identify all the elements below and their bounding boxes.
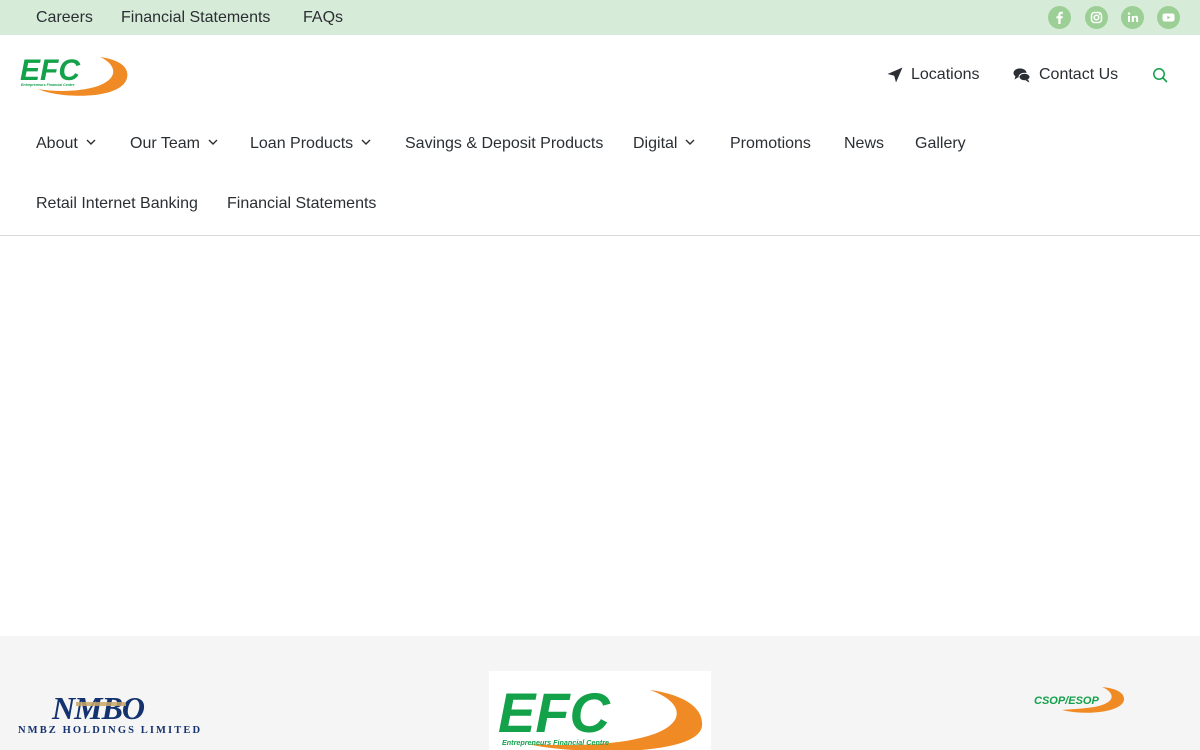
chat-bubbles-icon: [1013, 68, 1031, 83]
top-bar: Careers Financial Statements FAQs: [0, 0, 1200, 35]
efc-footer-tagline: Entrepreneurs Financial Centre: [502, 738, 609, 747]
topbar-link-careers[interactable]: Careers: [36, 8, 93, 27]
nav-item-promotions[interactable]: Promotions: [730, 134, 811, 154]
chevron-down-icon: [361, 139, 371, 145]
topbar-link-faqs[interactable]: FAQs: [303, 8, 343, 27]
logo-tagline: Entrepreneurs Financial Centre: [21, 83, 75, 87]
facebook-icon[interactable]: [1048, 6, 1071, 29]
nav-item-financial-statements[interactable]: Financial Statements: [227, 194, 376, 214]
nav-item-loan-products[interactable]: Loan Products: [250, 134, 371, 154]
linkedin-icon[interactable]: [1121, 6, 1144, 29]
nav-item-about[interactable]: About: [36, 134, 96, 154]
nav-item-retail-internet-banking[interactable]: Retail Internet Banking: [36, 194, 198, 214]
nav-item-label: About: [36, 135, 78, 152]
csop-esop-logo[interactable]: CSOP/ESOP: [1032, 686, 1126, 714]
chevron-down-icon: [208, 139, 218, 145]
contact-us-label: Contact Us: [1039, 66, 1119, 83]
nav-item-label: Gallery: [915, 135, 966, 152]
chevron-down-icon: [86, 139, 96, 145]
nmbz-mark: NMBO: [51, 690, 145, 726]
nav-item-news[interactable]: News: [844, 134, 884, 154]
search-icon[interactable]: [1151, 66, 1169, 84]
csop-text: CSOP/ESOP: [1034, 695, 1099, 707]
nav-item-digital[interactable]: Digital: [633, 134, 695, 154]
locations-link[interactable]: Locations: [886, 64, 986, 86]
chevron-down-icon: [685, 139, 695, 145]
efc-footer-logo[interactable]: EFC Entrepreneurs Financial Centre: [498, 682, 704, 750]
youtube-icon[interactable]: [1157, 6, 1180, 29]
nav-item-label: Savings & Deposit Products: [405, 135, 604, 152]
topbar-link-financial-statements[interactable]: Financial Statements: [121, 8, 270, 27]
efc-footer-text: EFC: [498, 682, 612, 744]
efc-logo[interactable]: EFC Entrepreneurs Financial Centre: [20, 52, 128, 98]
nav-item-label: Financial Statements: [227, 195, 377, 212]
instagram-icon[interactable]: [1085, 6, 1108, 29]
nav-item-label: Our Team: [130, 135, 200, 152]
nmbz-holdings-logo[interactable]: NMBO NMBZ HOLDINGS LIMITED: [16, 688, 222, 738]
nav-item-label: Digital: [633, 135, 678, 152]
nav-item-label: Promotions: [730, 135, 811, 152]
nav-item-our-team[interactable]: Our Team: [130, 134, 218, 154]
locations-label: Locations: [911, 66, 980, 83]
nav-item-label: News: [844, 135, 885, 152]
nav-item-gallery[interactable]: Gallery: [915, 134, 966, 154]
nav-item-label: Retail Internet Banking: [36, 195, 198, 212]
nav-divider: [0, 235, 1200, 236]
nav-item-label: Loan Products: [250, 135, 354, 152]
location-arrow-icon: [887, 67, 903, 83]
contact-us-link[interactable]: Contact Us: [1013, 64, 1123, 86]
nmbz-name: NMBZ HOLDINGS LIMITED: [18, 725, 202, 736]
nav-item-savings-deposit-products[interactable]: Savings & Deposit Products: [405, 134, 603, 154]
